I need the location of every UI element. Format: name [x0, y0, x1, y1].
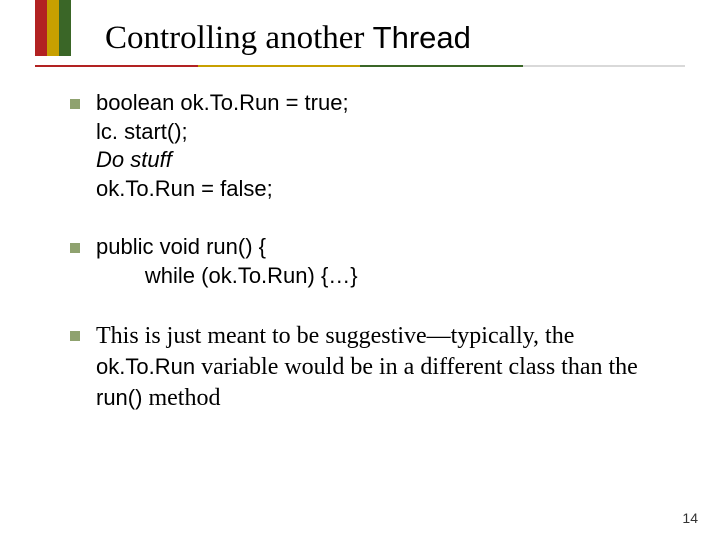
text-span: variable would be in a different class t… — [195, 354, 638, 380]
rule-seg-2 — [360, 65, 523, 67]
code-line: while (ok.To.Run) {…} — [96, 262, 358, 291]
page-number: 14 — [682, 510, 698, 526]
bullet-icon — [70, 243, 80, 253]
bullet-item: public void run() { while (ok.To.Run) {…… — [70, 233, 675, 290]
title-rule — [35, 65, 685, 67]
accent-stripe-red — [35, 0, 47, 56]
code-line: public void run() { — [96, 233, 358, 262]
code-line: boolean ok.To.Run = true; — [96, 89, 349, 118]
accent-bar — [35, 0, 71, 56]
title-mono: Thread — [373, 20, 471, 55]
text-span: method — [142, 385, 220, 411]
code-span: ok.To.Run — [96, 354, 195, 379]
rule-seg-0 — [35, 65, 198, 67]
code-span: run() — [96, 385, 142, 410]
title-serif: Controlling another — [105, 20, 373, 56]
accent-stripe-yellow — [47, 0, 59, 56]
slide-title: Controlling another Thread — [105, 20, 720, 57]
slide-content: boolean ok.To.Run = true; lc. start(); D… — [0, 67, 720, 414]
bullet-item: This is just meant to be suggestive—typi… — [70, 321, 675, 415]
text-span: This is just meant to be suggestive—typi… — [96, 323, 574, 349]
bullet-body: public void run() { while (ok.To.Run) {…… — [96, 233, 358, 290]
code-line: Do stuff — [96, 146, 349, 175]
bullet-icon — [70, 99, 80, 109]
rule-seg-1 — [198, 65, 361, 67]
bullet-body: This is just meant to be suggestive—typi… — [96, 321, 675, 415]
title-block: Controlling another Thread — [0, 0, 720, 65]
bullet-item: boolean ok.To.Run = true; lc. start(); D… — [70, 89, 675, 203]
code-line: lc. start(); — [96, 118, 349, 147]
bullet-body: boolean ok.To.Run = true; lc. start(); D… — [96, 89, 349, 203]
rule-seg-3 — [523, 65, 686, 67]
code-line: ok.To.Run = false; — [96, 175, 349, 204]
accent-stripe-green — [59, 0, 71, 56]
bullet-icon — [70, 331, 80, 341]
